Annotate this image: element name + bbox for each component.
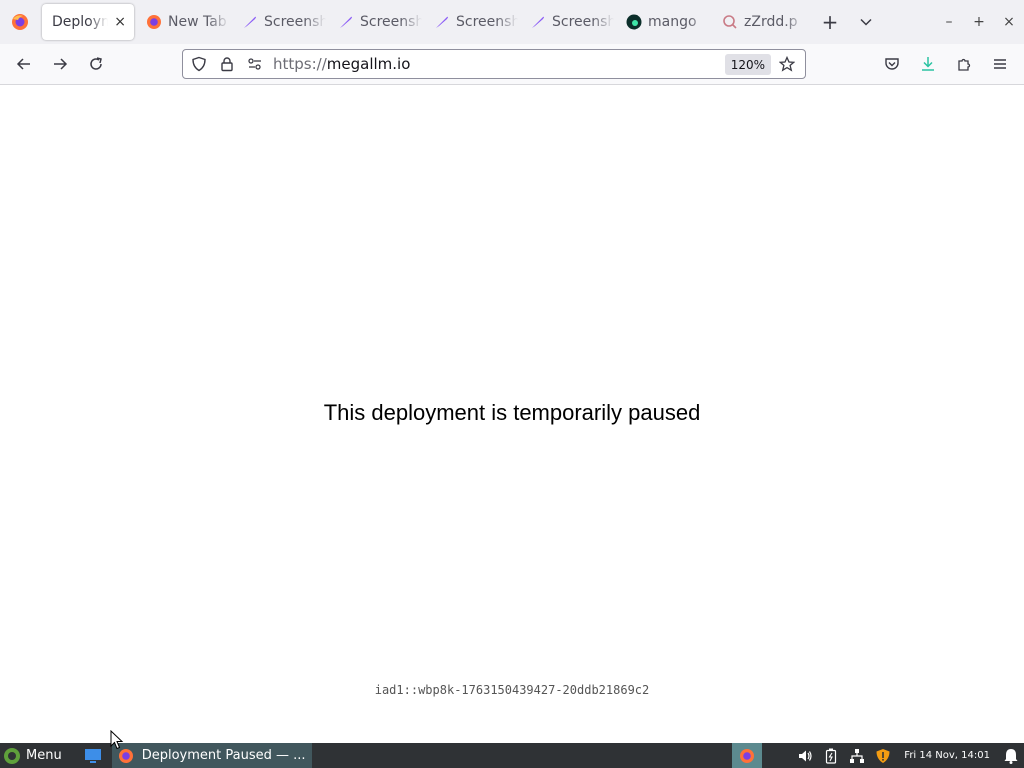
reload-icon xyxy=(90,57,102,70)
maximize-button[interactable]: + xyxy=(964,7,994,37)
download-icon xyxy=(922,57,934,71)
toolbar-right xyxy=(874,48,1018,80)
mint-logo-icon xyxy=(4,747,20,764)
firefox-icon xyxy=(740,748,755,763)
plus-icon: + xyxy=(821,10,839,34)
network-icon xyxy=(850,748,865,763)
hamburger-menu-icon xyxy=(994,59,1006,69)
page-content: This deployment is temporarily paused ia… xyxy=(0,86,1024,743)
tab-screenshot-3[interactable]: Screenshot xyxy=(424,4,518,40)
tab-mango[interactable]: mango xyxy=(616,4,710,40)
tab-screenshot-2[interactable]: Screenshot xyxy=(328,4,422,40)
network-button[interactable] xyxy=(844,743,870,768)
arrow-right-icon xyxy=(54,58,68,70)
tab-new-tab[interactable]: New Tab xyxy=(136,4,230,40)
lock-icon xyxy=(221,57,233,72)
pocket-button[interactable] xyxy=(874,48,910,80)
feather-icon xyxy=(340,16,352,28)
tab-screenshot-4[interactable]: Screenshot xyxy=(520,4,614,40)
tab-zzrdd[interactable]: zZrdd.p xyxy=(712,4,806,40)
feather-icon xyxy=(532,16,544,28)
tab-label: New Tab xyxy=(168,14,227,30)
downloads-button[interactable] xyxy=(910,48,946,80)
site-permissions-button[interactable] xyxy=(241,50,269,78)
tab-label: Screenshot xyxy=(456,14,518,30)
puzzle-icon xyxy=(958,58,971,71)
new-tab-button[interactable]: + xyxy=(812,4,848,40)
desktop-icon xyxy=(84,748,101,763)
start-menu-label: Menu xyxy=(26,748,62,763)
tab-list: Deployment Paused × New Tab Screenshot S… xyxy=(40,0,806,44)
pocket-icon xyxy=(885,58,899,70)
system-tray: Fri 14 Nov, 14:01 xyxy=(732,743,1024,768)
chevron-down-icon xyxy=(860,18,872,26)
zoom-reset-button[interactable]: 120% xyxy=(724,54,771,75)
battery-icon xyxy=(826,748,837,764)
navigation-toolbar: https://megallm.io 120% xyxy=(0,44,1024,85)
start-menu-button[interactable]: Menu xyxy=(0,743,70,768)
firefox-icon xyxy=(12,14,28,30)
speaker-icon xyxy=(799,750,812,761)
tab-strip: Deployment Paused × New Tab Screenshot S… xyxy=(0,0,1024,44)
arrow-left-icon xyxy=(16,58,30,70)
app-menu-button[interactable] xyxy=(982,48,1018,80)
minimize-button[interactable]: – xyxy=(934,7,964,37)
url-host: megallm.io xyxy=(326,55,411,73)
firefox-icon xyxy=(147,15,161,29)
taskbar-window-title: Deployment Paused — ... xyxy=(141,748,306,763)
update-manager-button[interactable] xyxy=(870,743,896,768)
deployment-id: iad1::wbp8k-1763150439427-20ddb21869c2 xyxy=(374,683,650,697)
tab-screenshot-1[interactable]: Screenshot xyxy=(232,4,326,40)
tab-label: Screenshot xyxy=(552,14,614,30)
back-button[interactable] xyxy=(6,48,42,80)
desktop-taskbar: Menu Deployment Paused — ... Fri 14 Nov,… xyxy=(0,743,1024,768)
tray-firefox-button[interactable] xyxy=(732,743,763,768)
clock[interactable]: Fri 14 Nov, 14:01 xyxy=(896,750,998,761)
paused-message: This deployment is temporarily paused xyxy=(323,400,701,425)
bookmark-button[interactable] xyxy=(773,50,801,78)
url-text[interactable]: https://megallm.io xyxy=(273,55,410,73)
tab-label: Deployment Paused xyxy=(52,14,109,30)
site-security-button[interactable] xyxy=(213,50,241,78)
mango-icon xyxy=(626,14,642,30)
reload-button[interactable] xyxy=(78,48,114,80)
tab-label: zZrdd.p xyxy=(744,14,798,30)
feather-icon xyxy=(244,16,256,28)
star-icon xyxy=(779,56,795,72)
feather-icon xyxy=(436,16,448,28)
close-tab-icon[interactable]: × xyxy=(114,14,134,30)
close-window-button[interactable]: × xyxy=(994,7,1024,37)
volume-button[interactable] xyxy=(792,743,818,768)
tab-label: Screenshot xyxy=(264,14,326,30)
tab-deployment-paused[interactable]: Deployment Paused × xyxy=(42,4,134,40)
search-icon xyxy=(723,15,737,29)
power-button[interactable] xyxy=(818,743,844,768)
list-all-tabs-button[interactable] xyxy=(848,4,884,40)
url-scheme: https:// xyxy=(273,55,327,73)
notifications-button[interactable] xyxy=(998,743,1024,768)
shield-warning-icon xyxy=(876,748,890,763)
shield-icon xyxy=(192,56,206,72)
tracking-protection-button[interactable] xyxy=(185,50,213,78)
bell-icon xyxy=(1004,748,1018,764)
tab-label: Screenshot xyxy=(360,14,422,30)
address-bar[interactable]: https://megallm.io 120% xyxy=(182,49,806,79)
tab-label: mango xyxy=(648,14,697,30)
window-controls: – + × xyxy=(934,0,1024,44)
permissions-icon xyxy=(248,58,261,70)
forward-button[interactable] xyxy=(42,48,78,80)
mouse-cursor-icon xyxy=(110,730,124,750)
firefox-view-button[interactable] xyxy=(0,0,40,44)
extensions-button[interactable] xyxy=(946,48,982,80)
show-desktop-button[interactable] xyxy=(80,743,106,768)
taskbar-window-firefox[interactable]: Deployment Paused — ... xyxy=(111,743,312,768)
